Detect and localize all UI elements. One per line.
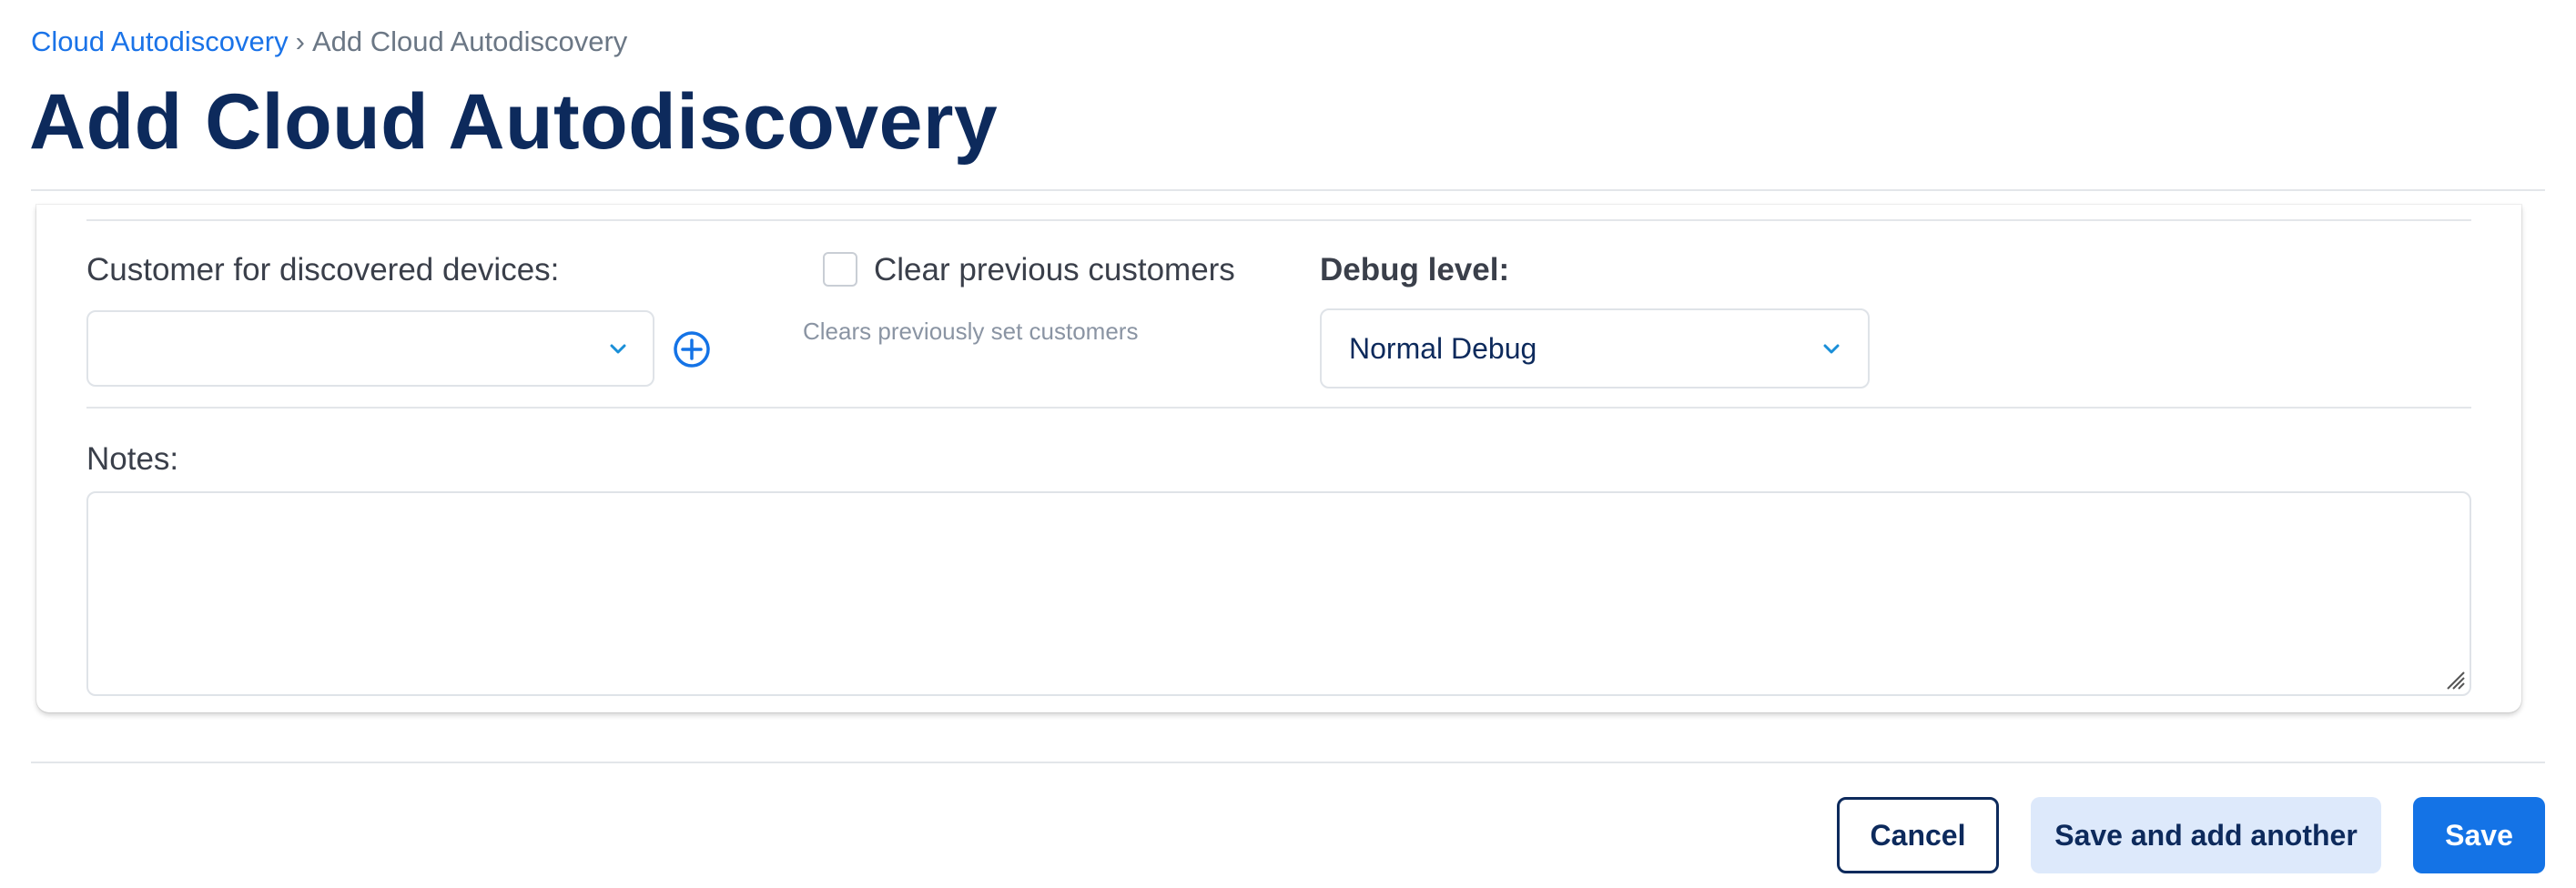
chevron-down-icon (610, 344, 626, 354)
clear-customers-checkbox[interactable] (823, 252, 857, 287)
chevron-down-icon (1823, 344, 1840, 354)
breadcrumb-link-cloud-autodiscovery[interactable]: Cloud Autodiscovery (31, 25, 289, 57)
customer-select[interactable] (86, 310, 654, 387)
save-and-add-another-button[interactable]: Save and add another (2031, 797, 2381, 873)
debug-level-value: Normal Debug (1349, 332, 1537, 365)
notes-label: Notes: (86, 441, 179, 477)
breadcrumb-current: Add Cloud Autodiscovery (311, 25, 628, 57)
notes-textarea[interactable] (86, 491, 2471, 696)
section-divider (86, 219, 2471, 221)
customer-label: Customer for discovered devices: (86, 252, 560, 288)
breadcrumb-separator: › (295, 25, 305, 57)
clear-customers-label[interactable]: Clear previous customers (874, 250, 1235, 290)
section-divider (86, 407, 2471, 409)
form-card: Customer for discovered devices: Clear p… (36, 205, 2521, 712)
footer-divider (31, 762, 2545, 763)
cancel-button[interactable]: Cancel (1837, 797, 1999, 873)
add-customer-icon[interactable] (672, 329, 712, 369)
resize-handle-icon[interactable] (2442, 667, 2466, 691)
clear-customers-help: Clears previously set customers (803, 318, 1139, 345)
page-title: Add Cloud Autodiscovery (29, 78, 999, 166)
save-button[interactable]: Save (2413, 797, 2545, 873)
debug-level-label: Debug level: (1320, 252, 1510, 288)
debug-level-select[interactable]: Normal Debug (1320, 308, 1870, 388)
header-divider (31, 189, 2545, 191)
breadcrumb: Cloud Autodiscovery › Add Cloud Autodiscov… (31, 24, 627, 60)
